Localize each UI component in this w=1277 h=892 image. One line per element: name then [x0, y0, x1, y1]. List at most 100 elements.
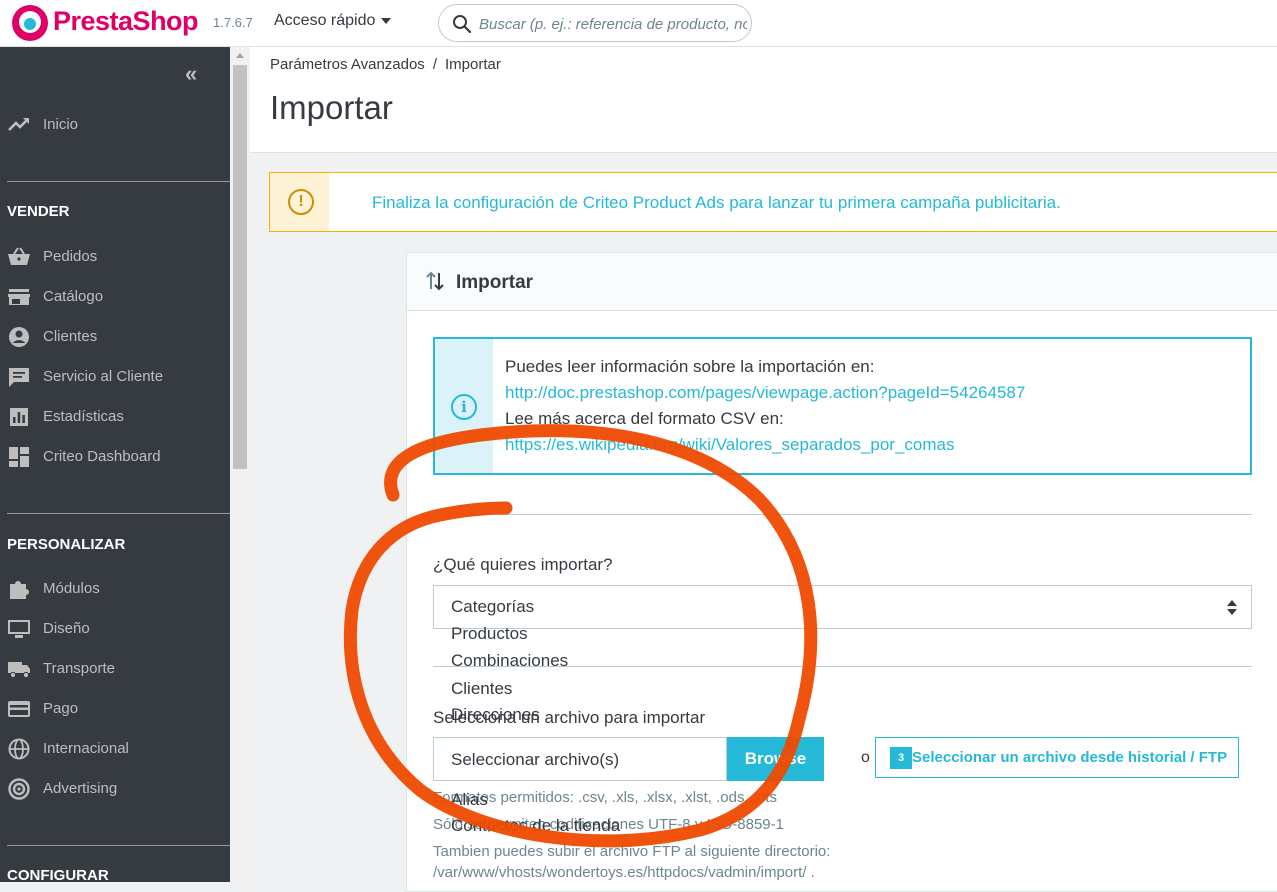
- entity-option[interactable]: Productos: [451, 624, 528, 644]
- credit-card-icon: [7, 698, 31, 720]
- sidebar-item-label: Diseño: [43, 620, 90, 637]
- sidebar-item-label: Pedidos: [43, 248, 98, 265]
- truck-icon: [7, 658, 31, 680]
- section-vender: VENDER: [7, 203, 70, 220]
- sidebar-item-modulos[interactable]: Módulos: [0, 571, 230, 607]
- entity-option[interactable]: Alias: [451, 790, 488, 810]
- dashboard-icon: [7, 446, 31, 468]
- entity-option[interactable]: Clientes: [451, 679, 512, 699]
- search-box[interactable]: [438, 4, 752, 42]
- docs-link[interactable]: http://doc.prestashop.com/pages/viewpage…: [505, 383, 1025, 403]
- info-text-csv: Lee más acerca del formato CSV en:: [505, 409, 784, 428]
- criteo-alert: ! Finaliza la configuración de Criteo Pr…: [269, 172, 1277, 232]
- sidebar-item-estadisticas[interactable]: Estadísticas: [0, 399, 230, 435]
- warning-icon: !: [288, 189, 314, 215]
- section-personalizar: PERSONALIZAR: [7, 536, 126, 553]
- divider: [433, 666, 1252, 667]
- globe-icon: [7, 738, 31, 760]
- file-label: Selecciona un archivo para importar: [433, 708, 706, 727]
- divider: [7, 181, 230, 182]
- file-input-value: Seleccionar archivo(s): [451, 750, 620, 769]
- quick-access-dropdown[interactable]: Acceso rápido: [274, 12, 392, 30]
- csv-wiki-link[interactable]: https://es.wikipedia.org/wiki/Valores_se…: [505, 435, 954, 455]
- sidebar-item-catalogo[interactable]: Catálogo: [0, 279, 230, 315]
- info-text-docs: Puedes leer información sobre la importa…: [505, 357, 875, 376]
- page-title: Importar: [270, 89, 393, 126]
- sidebar-item-label: Servicio al Cliente: [43, 368, 164, 385]
- entity-select[interactable]: Categorías: [433, 585, 1252, 629]
- divider: [433, 514, 1252, 515]
- basket-icon: [7, 246, 31, 268]
- info-icon: i: [451, 394, 477, 420]
- info-icon-box: i: [435, 339, 493, 473]
- sidebar-item-criteo-dashboard[interactable]: Criteo Dashboard: [0, 439, 230, 475]
- entity-option[interactable]: Contactos de la tienda: [451, 816, 620, 836]
- breadcrumb-parent[interactable]: Parámetros Avanzados: [270, 56, 425, 73]
- sidebar-item-clientes[interactable]: Clientes: [0, 319, 230, 355]
- scrollbar-thumb[interactable]: [233, 65, 247, 469]
- help-ftp-line1: Tambien puedes subir el archivo FTP al s…: [433, 843, 831, 860]
- sidebar-item-label: Módulos: [43, 580, 100, 597]
- monitor-icon: [7, 618, 31, 640]
- entity-option[interactable]: Combinaciones: [451, 651, 568, 671]
- sidebar-item-label: Transporte: [43, 660, 115, 677]
- sidebar-item-advertising[interactable]: Advertising: [0, 771, 230, 807]
- sidebar-item-label: Catálogo: [43, 288, 104, 305]
- sidebar-item-label: Inicio: [43, 116, 79, 133]
- account-circle-icon: [7, 326, 31, 348]
- puzzle-icon: [7, 578, 31, 600]
- import-arrows-icon: [425, 269, 445, 298]
- breadcrumb-current: Importar: [444, 56, 501, 73]
- entity-select-value: Categorías: [451, 597, 535, 616]
- caret-down-icon: [381, 17, 392, 24]
- ftp-history-button[interactable]: 3 Seleccionar un archivo desde historial…: [875, 737, 1239, 778]
- divider: [7, 513, 230, 514]
- page-header: Parámetros Avanzados / Importar Importar: [250, 47, 1277, 153]
- sidebar-item-diseno[interactable]: Diseño: [0, 611, 230, 647]
- breadcrumb-separator: /: [432, 56, 437, 73]
- brand-name[interactable]: PrestaShop: [53, 6, 199, 37]
- alert-link[interactable]: Finaliza la configuración de Criteo Prod…: [372, 193, 1061, 213]
- target-icon: [7, 778, 31, 800]
- sidebar: « Inicio VENDER Pedidos Catálogo Cliente…: [0, 47, 230, 884]
- browse-button[interactable]: Browse: [727, 737, 824, 781]
- collapse-sidebar-icon[interactable]: «: [185, 61, 197, 87]
- quick-access-label: Acceso rápido: [274, 12, 376, 29]
- sidebar-item-servicio-cliente[interactable]: Servicio al Cliente: [0, 359, 230, 395]
- search-icon[interactable]: [452, 14, 472, 39]
- sidebar-item-label: Criteo Dashboard: [43, 448, 161, 465]
- panel-heading: Importar: [407, 253, 1277, 311]
- sidebar-item-label: Clientes: [43, 328, 98, 345]
- sidebar-item-transporte[interactable]: Transporte: [0, 651, 230, 687]
- file-input[interactable]: Seleccionar archivo(s): [433, 737, 727, 781]
- search-input[interactable]: [479, 13, 747, 35]
- scroll-up-icon[interactable]: [236, 53, 244, 58]
- info-alert: i Puedes leer información sobre la impor…: [433, 337, 1252, 475]
- bar-chart-icon: [7, 406, 31, 428]
- sidebar-item-internacional[interactable]: Internacional: [0, 731, 230, 767]
- or-label: o: [861, 749, 870, 766]
- sidebar-item-label: Internacional: [43, 740, 129, 757]
- prestashop-logo-icon[interactable]: [12, 5, 48, 41]
- ftp-history-label: Seleccionar un archivo desde historial /…: [912, 749, 1228, 766]
- sidebar-item-label: Estadísticas: [43, 408, 124, 425]
- sidebar-scrollbar[interactable]: [230, 47, 250, 882]
- sidebar-item-label: Advertising: [43, 780, 118, 797]
- sidebar-item-inicio[interactable]: Inicio: [0, 107, 230, 143]
- sidebar-item-pedidos[interactable]: Pedidos: [0, 239, 230, 275]
- file-count-badge: 3: [890, 747, 912, 769]
- sidebar-item-label: Pago: [43, 700, 79, 717]
- breadcrumb: Parámetros Avanzados / Importar: [270, 56, 501, 73]
- entity-label: ¿Qué quieres importar?: [433, 555, 613, 574]
- section-configurar: CONFIGURAR: [7, 867, 109, 884]
- version-label: 1.7.6.7: [213, 15, 253, 30]
- help-ftp-path: /var/www/vhosts/wondertoys.es/httpdocs/v…: [433, 864, 815, 881]
- sidebar-item-pago[interactable]: Pago: [0, 691, 230, 727]
- divider: [7, 845, 230, 846]
- alert-icon-box: !: [270, 173, 329, 231]
- top-header: PrestaShop 1.7.6.7 Acceso rápido: [0, 0, 1277, 47]
- chat-icon: [7, 366, 31, 388]
- trending-up-icon: [7, 114, 31, 136]
- store-icon: [7, 286, 31, 308]
- import-panel: Importar i Puedes leer información sobre…: [406, 252, 1277, 892]
